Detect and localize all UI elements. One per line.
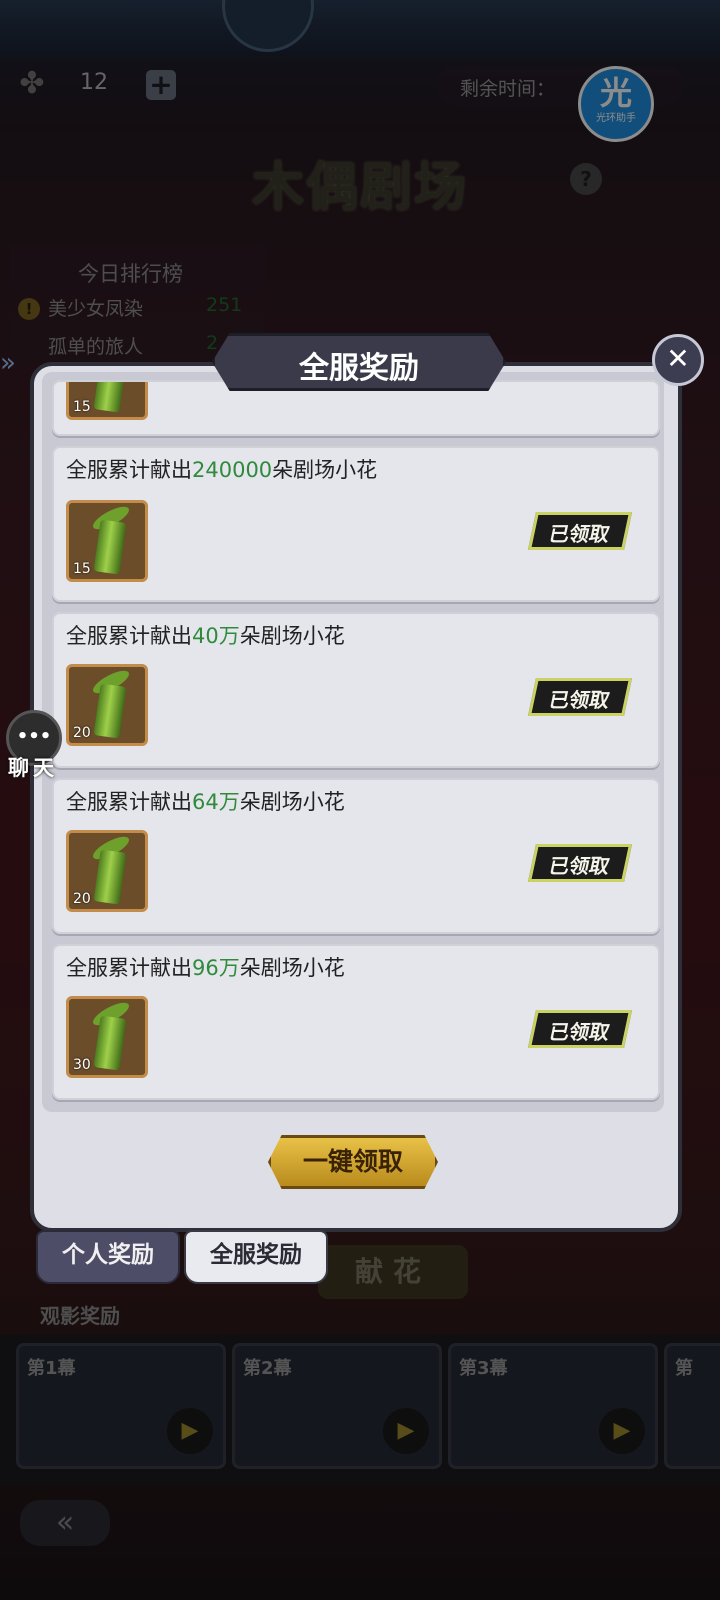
reward-amount: 96万 <box>192 956 240 980</box>
chat-label[interactable]: 聊天 <box>8 752 58 782</box>
bamboo-item-icon[interactable]: 20 <box>66 664 148 746</box>
bamboo-item-icon[interactable]: 20 <box>66 830 148 912</box>
tab-server-reward[interactable]: 全服奖励 <box>184 1230 328 1284</box>
reward-condition: 全服累计献出64万朵剧场小花 <box>66 790 345 814</box>
reward-card: 全服累计献出240000朵剧场小花 15 已领取 <box>52 446 660 602</box>
reward-condition: 全服累计献出240000朵剧场小花 <box>66 458 378 482</box>
claimed-badge: 已领取 <box>527 678 633 716</box>
reward-amount: 40万 <box>192 624 240 648</box>
claimed-badge: 已领取 <box>527 1010 633 1048</box>
item-count: 20 <box>73 725 91 741</box>
reward-condition: 全服累计献出96万朵剧场小花 <box>66 956 345 980</box>
reward-amount: 64万 <box>192 790 240 814</box>
claimed-badge: 已领取 <box>527 512 633 550</box>
reward-condition: 全服累计献出40万朵剧场小花 <box>66 624 345 648</box>
reward-card: 全服累计献出40万朵剧场小花 20 已领取 <box>52 612 660 768</box>
item-count: 15 <box>73 399 91 415</box>
close-icon[interactable]: ✕ <box>652 334 704 386</box>
reward-card: 全服累计献出64万朵剧场小花 20 已领取 <box>52 778 660 934</box>
item-count: 20 <box>73 891 91 907</box>
claim-all-button[interactable]: 一键领取 <box>268 1135 438 1189</box>
modal-title: 全服奖励 <box>299 351 419 386</box>
reward-card: 全服累计献出96万朵剧场小花 30 已领取 <box>52 944 660 1100</box>
claimed-badge: 已领取 <box>527 844 633 882</box>
item-count: 15 <box>73 561 91 577</box>
bamboo-item-icon[interactable]: 30 <box>66 996 148 1078</box>
item-count: 30 <box>73 1057 91 1073</box>
bamboo-item-icon[interactable]: 15 <box>66 382 148 420</box>
bamboo-item-icon[interactable]: 15 <box>66 500 148 582</box>
tab-personal-reward[interactable]: 个人奖励 <box>36 1230 180 1284</box>
reward-amount: 240000 <box>192 458 273 482</box>
